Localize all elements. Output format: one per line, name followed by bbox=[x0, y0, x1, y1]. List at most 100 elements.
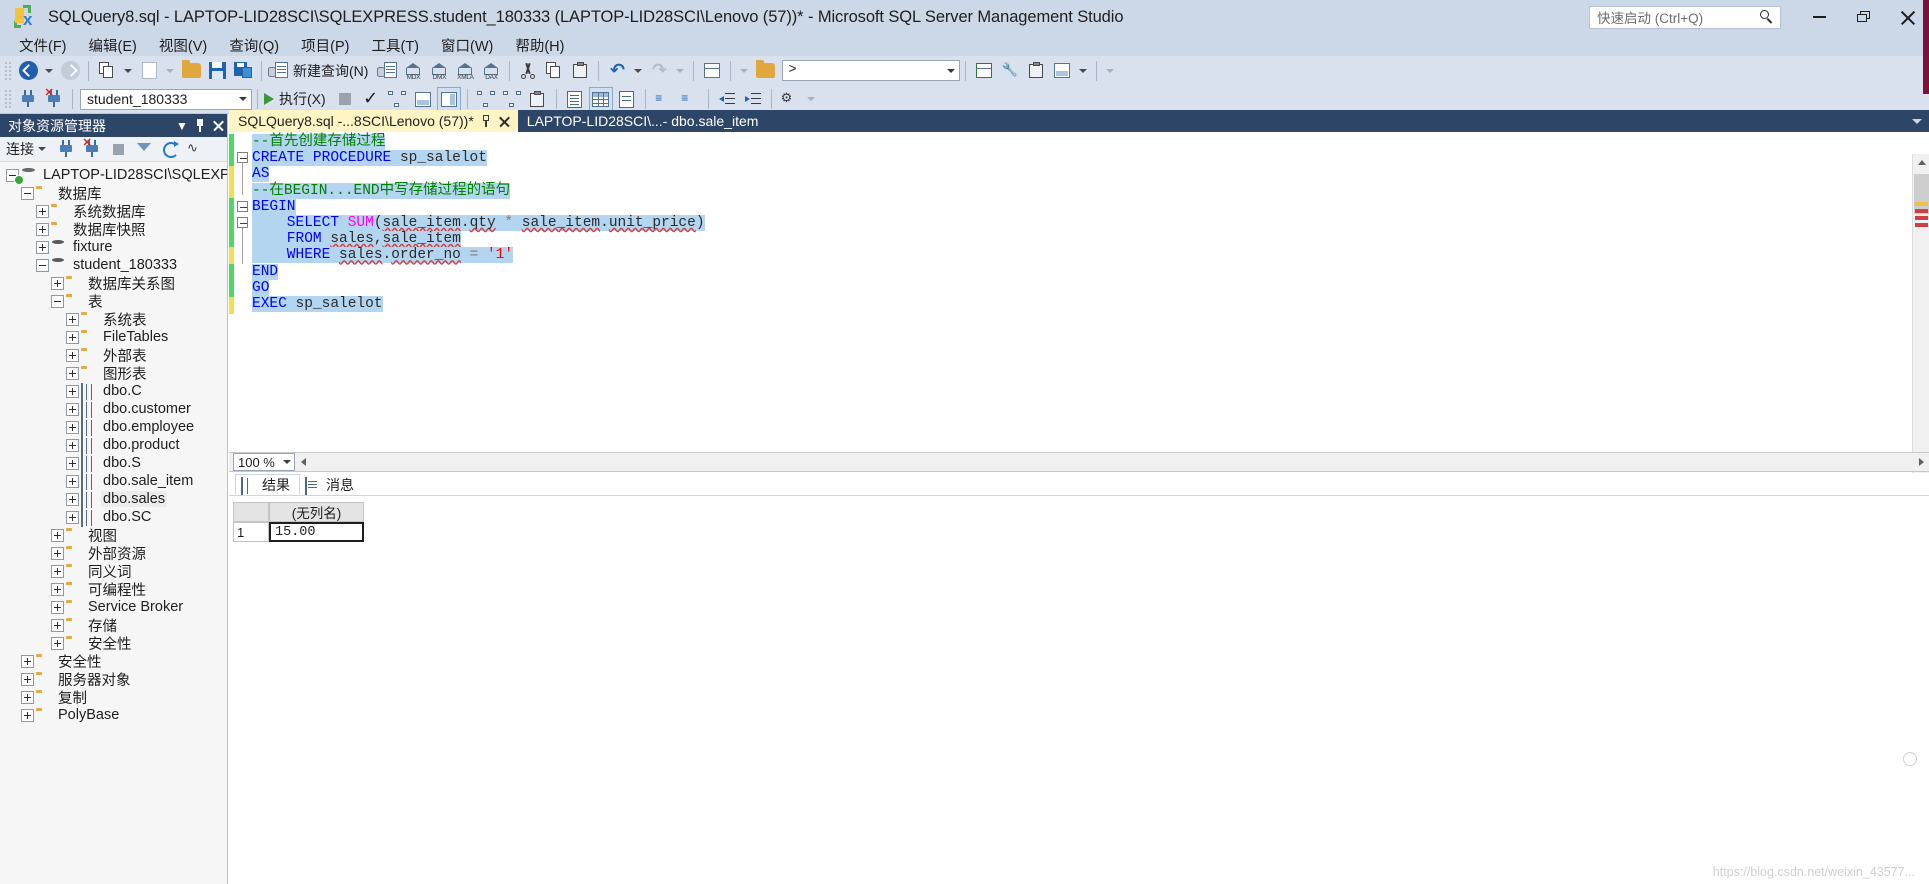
undo-button[interactable]: ↶ bbox=[605, 59, 629, 83]
expand-icon[interactable] bbox=[66, 366, 79, 380]
editor-vertical-scrollbar[interactable] bbox=[1912, 154, 1929, 474]
tree-item[interactable]: dbo.customer bbox=[0, 400, 227, 419]
tree-item[interactable]: 系统数据库 bbox=[0, 202, 227, 221]
database-selector[interactable]: student_180333 bbox=[80, 88, 252, 110]
menu-item-edit[interactable]: 编辑(E) bbox=[78, 33, 148, 58]
refresh-button[interactable] bbox=[158, 137, 182, 161]
menu-item-tools[interactable]: 工具(T) bbox=[360, 33, 430, 58]
toolbar-overflow-icon-3[interactable] bbox=[806, 97, 815, 101]
fold-box[interactable] bbox=[237, 152, 248, 163]
tree-item[interactable]: fixture bbox=[0, 238, 227, 256]
grid-column-header[interactable]: (无列名) bbox=[269, 502, 364, 522]
new-dmx-query-button[interactable]: DMX bbox=[427, 59, 451, 83]
tree-item[interactable]: Service Broker bbox=[0, 598, 227, 616]
include-live-stats-button[interactable] bbox=[474, 87, 498, 111]
tree-item[interactable]: 同义词 bbox=[0, 562, 227, 581]
zoom-selector[interactable]: 100 % bbox=[233, 453, 295, 471]
connect-dropdown-button[interactable]: 连接 bbox=[6, 139, 53, 159]
tab-overflow-button[interactable] bbox=[1905, 110, 1929, 132]
new-item-dropdown-icon[interactable] bbox=[166, 68, 174, 73]
tree-item[interactable]: 存储 bbox=[0, 616, 227, 635]
expand-icon[interactable] bbox=[51, 600, 64, 614]
menu-item-file[interactable]: 文件(F) bbox=[8, 33, 78, 58]
pin-icon[interactable] bbox=[191, 116, 209, 136]
collapse-icon[interactable] bbox=[51, 294, 64, 308]
results-grid[interactable]: (无列名) 1 15.00 bbox=[233, 502, 364, 542]
toolbar-overflow-icon[interactable] bbox=[740, 68, 749, 73]
tree-item[interactable]: dbo.sale_item bbox=[0, 472, 227, 491]
tree-item[interactable]: FileTables bbox=[0, 328, 227, 346]
new-project-dropdown-icon[interactable] bbox=[124, 68, 132, 73]
close-icon[interactable] bbox=[209, 116, 227, 136]
tree-item[interactable]: dbo.C bbox=[0, 382, 227, 401]
new-xmla-query-button[interactable]: XMLA bbox=[453, 59, 477, 83]
fold-box[interactable] bbox=[237, 217, 248, 228]
navigate-back-dropdown-icon[interactable] bbox=[45, 68, 53, 73]
tree-item[interactable]: 安全性 bbox=[0, 634, 227, 653]
close-icon[interactable] bbox=[498, 115, 511, 128]
grid-corner-cell[interactable] bbox=[233, 502, 269, 522]
expand-icon[interactable] bbox=[36, 204, 49, 218]
query-options-button[interactable] bbox=[411, 87, 435, 111]
command-window-dropdown-icon[interactable] bbox=[1079, 68, 1088, 73]
expand-icon[interactable] bbox=[66, 330, 79, 344]
excel-export-button[interactable] bbox=[972, 59, 996, 83]
outlining-column[interactable] bbox=[234, 132, 252, 452]
expand-icon[interactable] bbox=[51, 636, 64, 650]
expand-icon[interactable] bbox=[51, 528, 64, 542]
uncomment-lines-button[interactable]: ≡ bbox=[678, 87, 702, 111]
tab-dbo-sale-item[interactable]: LAPTOP-LID28SCI\...- dbo.sale_item bbox=[517, 110, 766, 132]
tree-item[interactable]: LAPTOP-LID28SCI\SQLEXPRES bbox=[0, 166, 227, 184]
new-query-button[interactable]: 新建查询(N) bbox=[268, 59, 373, 83]
code-editor[interactable]: --首先创建存储过程 CREATE PROCEDURE sp_salelot AS -… bbox=[229, 132, 1929, 474]
tree-item[interactable]: 安全性 bbox=[0, 652, 227, 671]
disconnect-object-explorer-button[interactable]: ✕ bbox=[80, 137, 104, 161]
activity-monitor-button[interactable]: ∿ bbox=[184, 137, 208, 161]
expand-icon[interactable] bbox=[21, 654, 34, 668]
tree-item[interactable]: 复制 bbox=[0, 688, 227, 707]
filter-button[interactable] bbox=[132, 137, 156, 161]
redo-dropdown-icon[interactable] bbox=[676, 68, 685, 73]
display-estimated-plan-button[interactable] bbox=[385, 87, 409, 111]
stop-button[interactable] bbox=[333, 87, 357, 111]
chevron-down-icon[interactable] bbox=[239, 97, 247, 101]
tree-item[interactable]: 表 bbox=[0, 292, 227, 311]
chevron-down-icon[interactable] bbox=[283, 460, 291, 464]
expand-icon[interactable] bbox=[36, 222, 49, 236]
copy-button[interactable] bbox=[542, 59, 566, 83]
minimize-button[interactable] bbox=[1797, 0, 1841, 34]
tree-item[interactable]: dbo.employee bbox=[0, 418, 227, 437]
toolbar-settings-button[interactable]: ⚙ bbox=[778, 87, 802, 111]
expand-icon[interactable] bbox=[66, 420, 79, 434]
collapse-icon[interactable] bbox=[21, 186, 34, 200]
scroll-left-button[interactable] bbox=[295, 453, 311, 471]
expand-icon[interactable] bbox=[51, 564, 64, 578]
undo-dropdown-icon[interactable] bbox=[634, 68, 643, 73]
new-dax-query-button[interactable]: DAX bbox=[479, 59, 503, 83]
new-item-button[interactable] bbox=[137, 59, 161, 83]
tree-item[interactable]: dbo.SC bbox=[0, 508, 227, 527]
pin-icon[interactable] bbox=[480, 114, 493, 128]
menu-item-window[interactable]: 窗口(W) bbox=[430, 33, 504, 58]
expand-icon[interactable] bbox=[66, 348, 79, 362]
results-to-file-button[interactable] bbox=[615, 87, 639, 111]
expand-icon[interactable] bbox=[66, 438, 79, 452]
toolbar-overflow-icon-2[interactable] bbox=[1106, 68, 1115, 73]
redo-button[interactable]: ↷ bbox=[647, 59, 671, 83]
execute-button[interactable]: 执行(X) bbox=[264, 87, 331, 111]
tree-item[interactable]: dbo.sales bbox=[0, 490, 227, 509]
toolbox-button[interactable] bbox=[1024, 59, 1048, 83]
tree-item[interactable]: 服务器对象 bbox=[0, 670, 227, 689]
object-explorer-tree[interactable]: LAPTOP-LID28SCI\SQLEXPRES数据库系统数据库数据库快照fi… bbox=[0, 162, 227, 880]
chevron-down-icon[interactable] bbox=[947, 68, 956, 73]
tree-item[interactable]: 系统表 bbox=[0, 310, 227, 329]
scroll-right-button[interactable] bbox=[1913, 453, 1929, 471]
results-to-text-button[interactable] bbox=[563, 87, 587, 111]
expand-icon[interactable] bbox=[51, 276, 64, 290]
menu-item-query[interactable]: 查询(Q) bbox=[218, 33, 290, 58]
tab-messages[interactable]: 消息 bbox=[300, 474, 363, 495]
tree-item[interactable]: 可编程性 bbox=[0, 580, 227, 599]
menu-item-project[interactable]: 项目(P) bbox=[290, 33, 360, 58]
check-box-icon-button[interactable] bbox=[700, 59, 724, 83]
tree-item[interactable]: dbo.S bbox=[0, 454, 227, 473]
